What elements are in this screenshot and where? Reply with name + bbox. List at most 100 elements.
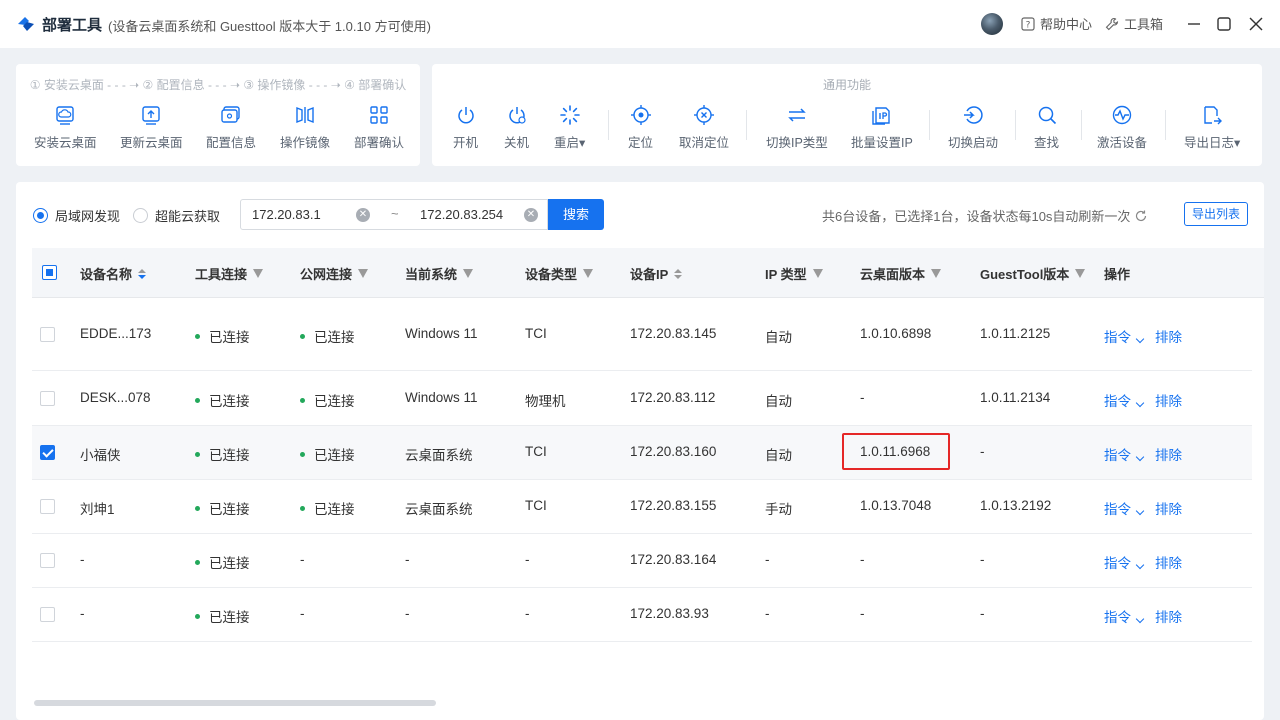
table-row[interactable]: 小福侠 已连接 已连接 云桌面系统 TCI 172.20.83.160 自动 1… <box>32 426 1252 480</box>
col-device-type[interactable]: 设备类型 <box>525 264 594 283</box>
command-dropdown[interactable]: 指令 <box>1104 498 1145 518</box>
tool-label: 部署确认 <box>354 136 405 150</box>
row-checkbox[interactable] <box>40 327 55 342</box>
power-on-icon <box>457 107 474 124</box>
command-dropdown[interactable]: 指令 <box>1104 326 1145 346</box>
deploy-confirm-icon <box>370 106 388 124</box>
filter-icon[interactable] <box>358 269 369 278</box>
filter-icon[interactable] <box>463 269 474 278</box>
row-checkbox[interactable] <box>40 499 55 514</box>
public-status: 已连接 <box>300 498 355 518</box>
table-row[interactable]: - 已连接 - - - 172.20.83.93 - - - 指令 排除 <box>32 588 1252 642</box>
clear-icon[interactable]: ✕ <box>524 208 538 222</box>
command-dropdown[interactable]: 指令 <box>1104 390 1145 410</box>
exclude-link[interactable]: 排除 <box>1155 444 1182 464</box>
operate-image-button[interactable]: 操作镜像 <box>280 104 330 151</box>
exclude-link[interactable]: 排除 <box>1155 606 1182 626</box>
sort-icon[interactable] <box>674 268 683 279</box>
col-cloud-desktop-version[interactable]: 云桌面版本 <box>860 264 942 283</box>
switch-ip-type-button[interactable]: 切换IP类型 <box>766 104 828 151</box>
locate-button[interactable]: 定位 <box>628 104 653 151</box>
avatar[interactable] <box>981 13 1003 35</box>
filter-icon[interactable] <box>1075 269 1086 278</box>
filter-icon[interactable] <box>583 269 594 278</box>
clear-icon[interactable]: ✕ <box>356 208 370 222</box>
batch-ip-icon <box>872 107 890 125</box>
close-button[interactable] <box>1246 14 1266 34</box>
ip-end-input[interactable]: 172.20.83.254 <box>420 207 503 222</box>
ip-start-input[interactable]: 172.20.83.1 <box>252 207 321 222</box>
activate-device-button[interactable]: 激活设备 <box>1097 104 1147 151</box>
col-tool-connection[interactable]: 工具连接 <box>195 264 264 283</box>
config-info-button[interactable]: 配置信息 <box>206 104 256 151</box>
current-system: Windows 11 <box>405 390 478 405</box>
chevron-down-icon <box>1135 398 1145 408</box>
filter-icon[interactable] <box>931 269 942 278</box>
exclude-link[interactable]: 排除 <box>1155 498 1182 518</box>
col-ip-type[interactable]: IP 类型 <box>765 264 823 283</box>
find-button[interactable]: 查找 <box>1034 104 1059 151</box>
command-dropdown[interactable]: 指令 <box>1104 552 1145 572</box>
current-system: 云桌面系统 <box>405 448 473 463</box>
table-header: 设备名称 工具连接 公网连接 当前系统 设备类型 设备IP IP 类型 云桌面版… <box>32 248 1264 298</box>
sort-icon[interactable] <box>138 268 147 279</box>
device-name: 小福侠 <box>80 448 121 463</box>
ip-type: 自动 <box>765 394 792 409</box>
device-ip: 172.20.83.112 <box>630 390 716 405</box>
exclude-link[interactable]: 排除 <box>1155 390 1182 410</box>
tool-label: 激活设备 <box>1097 136 1148 150</box>
row-checkbox[interactable] <box>40 445 55 460</box>
guesttool-version: 1.0.11.2125 <box>980 326 1051 341</box>
filter-icon[interactable] <box>812 269 823 278</box>
table-row[interactable]: EDDE...173 已连接 已连接 Windows 11 TCI 172.20… <box>32 298 1252 371</box>
ip-range-input[interactable]: 172.20.83.1 ✕ ~ 172.20.83.254 ✕ <box>240 199 548 230</box>
ip-type: 自动 <box>765 330 792 345</box>
command-dropdown[interactable]: 指令 <box>1104 606 1145 626</box>
col-public-connection[interactable]: 公网连接 <box>300 264 369 283</box>
col-device-name[interactable]: 设备名称 <box>80 264 147 283</box>
cloud-fetch-radio[interactable]: 超能云获取 <box>133 206 220 225</box>
col-guesttool-version[interactable]: GuestTool版本 <box>980 264 1086 283</box>
export-log-dropdown-button[interactable]: 导出日志▾ <box>1184 104 1240 151</box>
power-off-button[interactable]: 关机 <box>504 104 529 151</box>
current-system: Windows 11 <box>405 326 478 341</box>
col-device-ip[interactable]: 设备IP <box>630 264 683 283</box>
toolbox-link[interactable]: 工具箱 <box>1105 14 1163 33</box>
install-cloud-desktop-button[interactable]: 安装云桌面 <box>34 104 97 151</box>
restart-dropdown-button[interactable]: 重启▾ <box>554 104 585 151</box>
exclude-link[interactable]: 排除 <box>1155 326 1182 346</box>
table-row[interactable]: 刘坤1 已连接 已连接 云桌面系统 TCI 172.20.83.155 手动 1… <box>32 480 1252 534</box>
refresh-icon[interactable] <box>1134 209 1148 223</box>
power-on-button[interactable]: 开机 <box>453 104 478 151</box>
col-current-system[interactable]: 当前系统 <box>405 264 474 283</box>
exclude-link[interactable]: 排除 <box>1155 552 1182 572</box>
command-dropdown[interactable]: 指令 <box>1104 444 1145 464</box>
public-status: - <box>300 606 305 621</box>
help-center-link[interactable]: ? 帮助中心 <box>1021 14 1092 33</box>
export-list-button[interactable]: 导出列表 <box>1184 202 1248 226</box>
minimize-button[interactable] <box>1184 14 1204 34</box>
row-checkbox[interactable] <box>40 553 55 568</box>
public-status: 已连接 <box>300 390 355 410</box>
search-button[interactable]: 搜索 <box>548 199 604 230</box>
maximize-button[interactable] <box>1214 14 1234 34</box>
device-type: TCI <box>525 444 547 459</box>
select-all-checkbox[interactable] <box>42 265 57 280</box>
lan-discovery-radio[interactable]: 局域网发现 <box>33 206 120 225</box>
device-type: 物理机 <box>525 394 566 409</box>
deploy-confirm-button[interactable]: 部署确认 <box>354 104 404 151</box>
table-row[interactable]: - 已连接 - - - 172.20.83.164 - - - 指令 排除 <box>32 534 1252 588</box>
table-row[interactable]: DESK...078 已连接 已连接 Windows 11 物理机 172.20… <box>32 372 1252 426</box>
cloud-desktop-version: - <box>860 606 865 621</box>
row-actions: 指令 排除 <box>1104 498 1182 518</box>
app-subtitle: (设备云桌面系统和 Guesttool 版本大于 1.0.10 方可使用) <box>108 19 431 34</box>
batch-set-ip-button[interactable]: 批量设置IP <box>851 104 913 151</box>
divider <box>608 110 609 140</box>
horizontal-scrollbar[interactable] <box>34 700 436 706</box>
row-checkbox[interactable] <box>40 607 55 622</box>
switch-boot-button[interactable]: 切换启动 <box>948 104 998 151</box>
update-cloud-desktop-button[interactable]: 更新云桌面 <box>120 104 183 151</box>
cancel-locate-button[interactable]: 取消定位 <box>679 104 729 151</box>
row-checkbox[interactable] <box>40 391 55 406</box>
filter-icon[interactable] <box>253 269 264 278</box>
